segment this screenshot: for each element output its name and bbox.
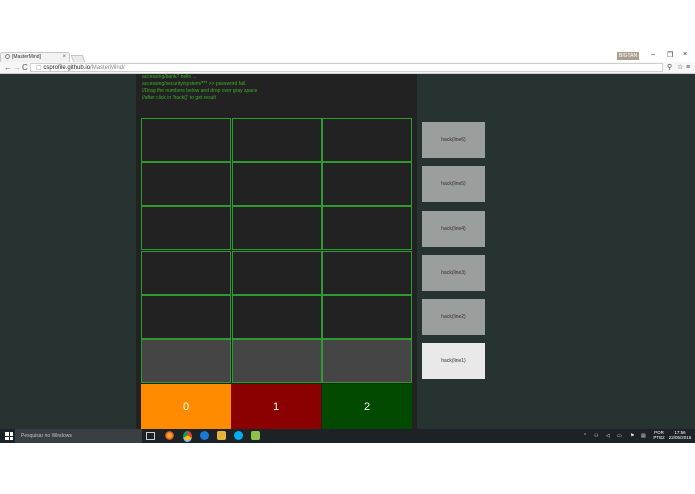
url-host: csprofile.github.io [43, 65, 91, 71]
drop-slot[interactable] [322, 339, 412, 383]
guess-cell [231, 206, 322, 251]
tab-close-icon[interactable]: × [62, 54, 66, 61]
file-explorer-icon[interactable] [217, 431, 226, 440]
guess-cell [141, 250, 231, 295]
guess-cell [231, 250, 322, 295]
hack-line3-button[interactable]: hack(line3) [422, 255, 485, 291]
profile-badge[interactable]: BIGTAN [617, 52, 639, 60]
guess-cell [231, 162, 322, 207]
guess-cell [322, 206, 412, 251]
number-0-button[interactable]: 0 [141, 384, 231, 429]
task-view-icon[interactable] [146, 432, 155, 440]
minimize-icon[interactable]: – [651, 51, 655, 58]
taskbar-search-input[interactable]: Pesquisar no Windows [15, 429, 142, 443]
menu-icon[interactable]: ≡ [686, 62, 690, 74]
guess-cell [322, 118, 412, 162]
close-window-icon[interactable]: × [683, 51, 687, 58]
battery-icon[interactable]: ▭ [617, 429, 622, 443]
star-icon[interactable]: ☆ [677, 62, 683, 74]
tab-strip [0, 50, 695, 62]
windows-start-icon[interactable] [5, 432, 13, 440]
browser-tab[interactable]: [MasterMind] × [0, 52, 70, 62]
console-line: accessing/bank? hello ... [142, 74, 197, 80]
keyboard-language[interactable]: POR PTB2 [651, 430, 667, 440]
guess-cell [141, 206, 231, 251]
drop-slot[interactable] [231, 339, 322, 383]
console-log: accessing/bank? hello ... accessing/secu… [142, 74, 417, 102]
number-1-button[interactable]: 1 [231, 384, 321, 429]
firefox-icon[interactable] [165, 431, 174, 440]
guess-cell [231, 294, 322, 339]
guess-cell [322, 162, 412, 207]
layout-code: PTB2 [653, 435, 665, 440]
guess-cell [141, 118, 231, 162]
url-input[interactable]: ▢ csprofile.github.io/MasterMind/ [30, 63, 663, 72]
console-line: accessing/security/system/*** >> passwor… [142, 81, 247, 87]
console-line: //Drag the numbers below and drop over g… [142, 88, 258, 94]
volume-icon[interactable]: ◁ [606, 429, 610, 443]
system-clock[interactable]: 17:56 22/05/2016 [668, 430, 692, 440]
guess-cell [141, 294, 231, 339]
chrome-icon[interactable] [183, 431, 192, 442]
number-2-button[interactable]: 2 [322, 384, 412, 429]
hack-line6-button[interactable]: hack(line6) [422, 122, 485, 158]
maximize-icon[interactable]: ❐ [667, 51, 673, 59]
forward-icon[interactable]: → [13, 62, 21, 74]
edge-icon[interactable] [200, 431, 209, 440]
drop-slot[interactable] [141, 339, 231, 383]
hack-line1-button[interactable]: hack(line1) [422, 343, 485, 379]
guess-cell [322, 294, 412, 339]
skype-icon[interactable] [234, 431, 243, 440]
new-tab-button[interactable] [70, 55, 86, 62]
hack-line5-button[interactable]: hack(line5) [422, 166, 485, 202]
page-background: accessing/bank? hello ... accessing/secu… [0, 74, 695, 429]
console-line: //after click in 'hack()' to get result [142, 95, 216, 101]
clock-date: 22/05/2016 [668, 435, 692, 440]
app-icon[interactable] [251, 431, 260, 440]
people-icon[interactable]: ⚇ [594, 429, 598, 443]
url-path: /MasterMind/ [90, 65, 125, 71]
guess-cell [231, 118, 322, 162]
extension-icon[interactable]: ⚲ [667, 62, 672, 74]
network-icon[interactable]: ⚑ [630, 429, 634, 443]
globe-icon [5, 54, 10, 60]
reload-icon[interactable]: C [22, 62, 28, 74]
hack-line4-button[interactable]: hack(line4) [422, 211, 485, 247]
tab-title: [MasterMind] [12, 54, 41, 60]
guess-cell [141, 162, 231, 207]
notifications-icon[interactable]: ▤ [641, 429, 646, 443]
tray-chevron-icon[interactable]: ⌃ [583, 429, 587, 443]
hack-line2-button[interactable]: hack(line2) [422, 299, 485, 335]
back-icon[interactable]: ← [4, 62, 12, 74]
screen-margin [0, 443, 695, 494]
guess-cell [322, 250, 412, 295]
